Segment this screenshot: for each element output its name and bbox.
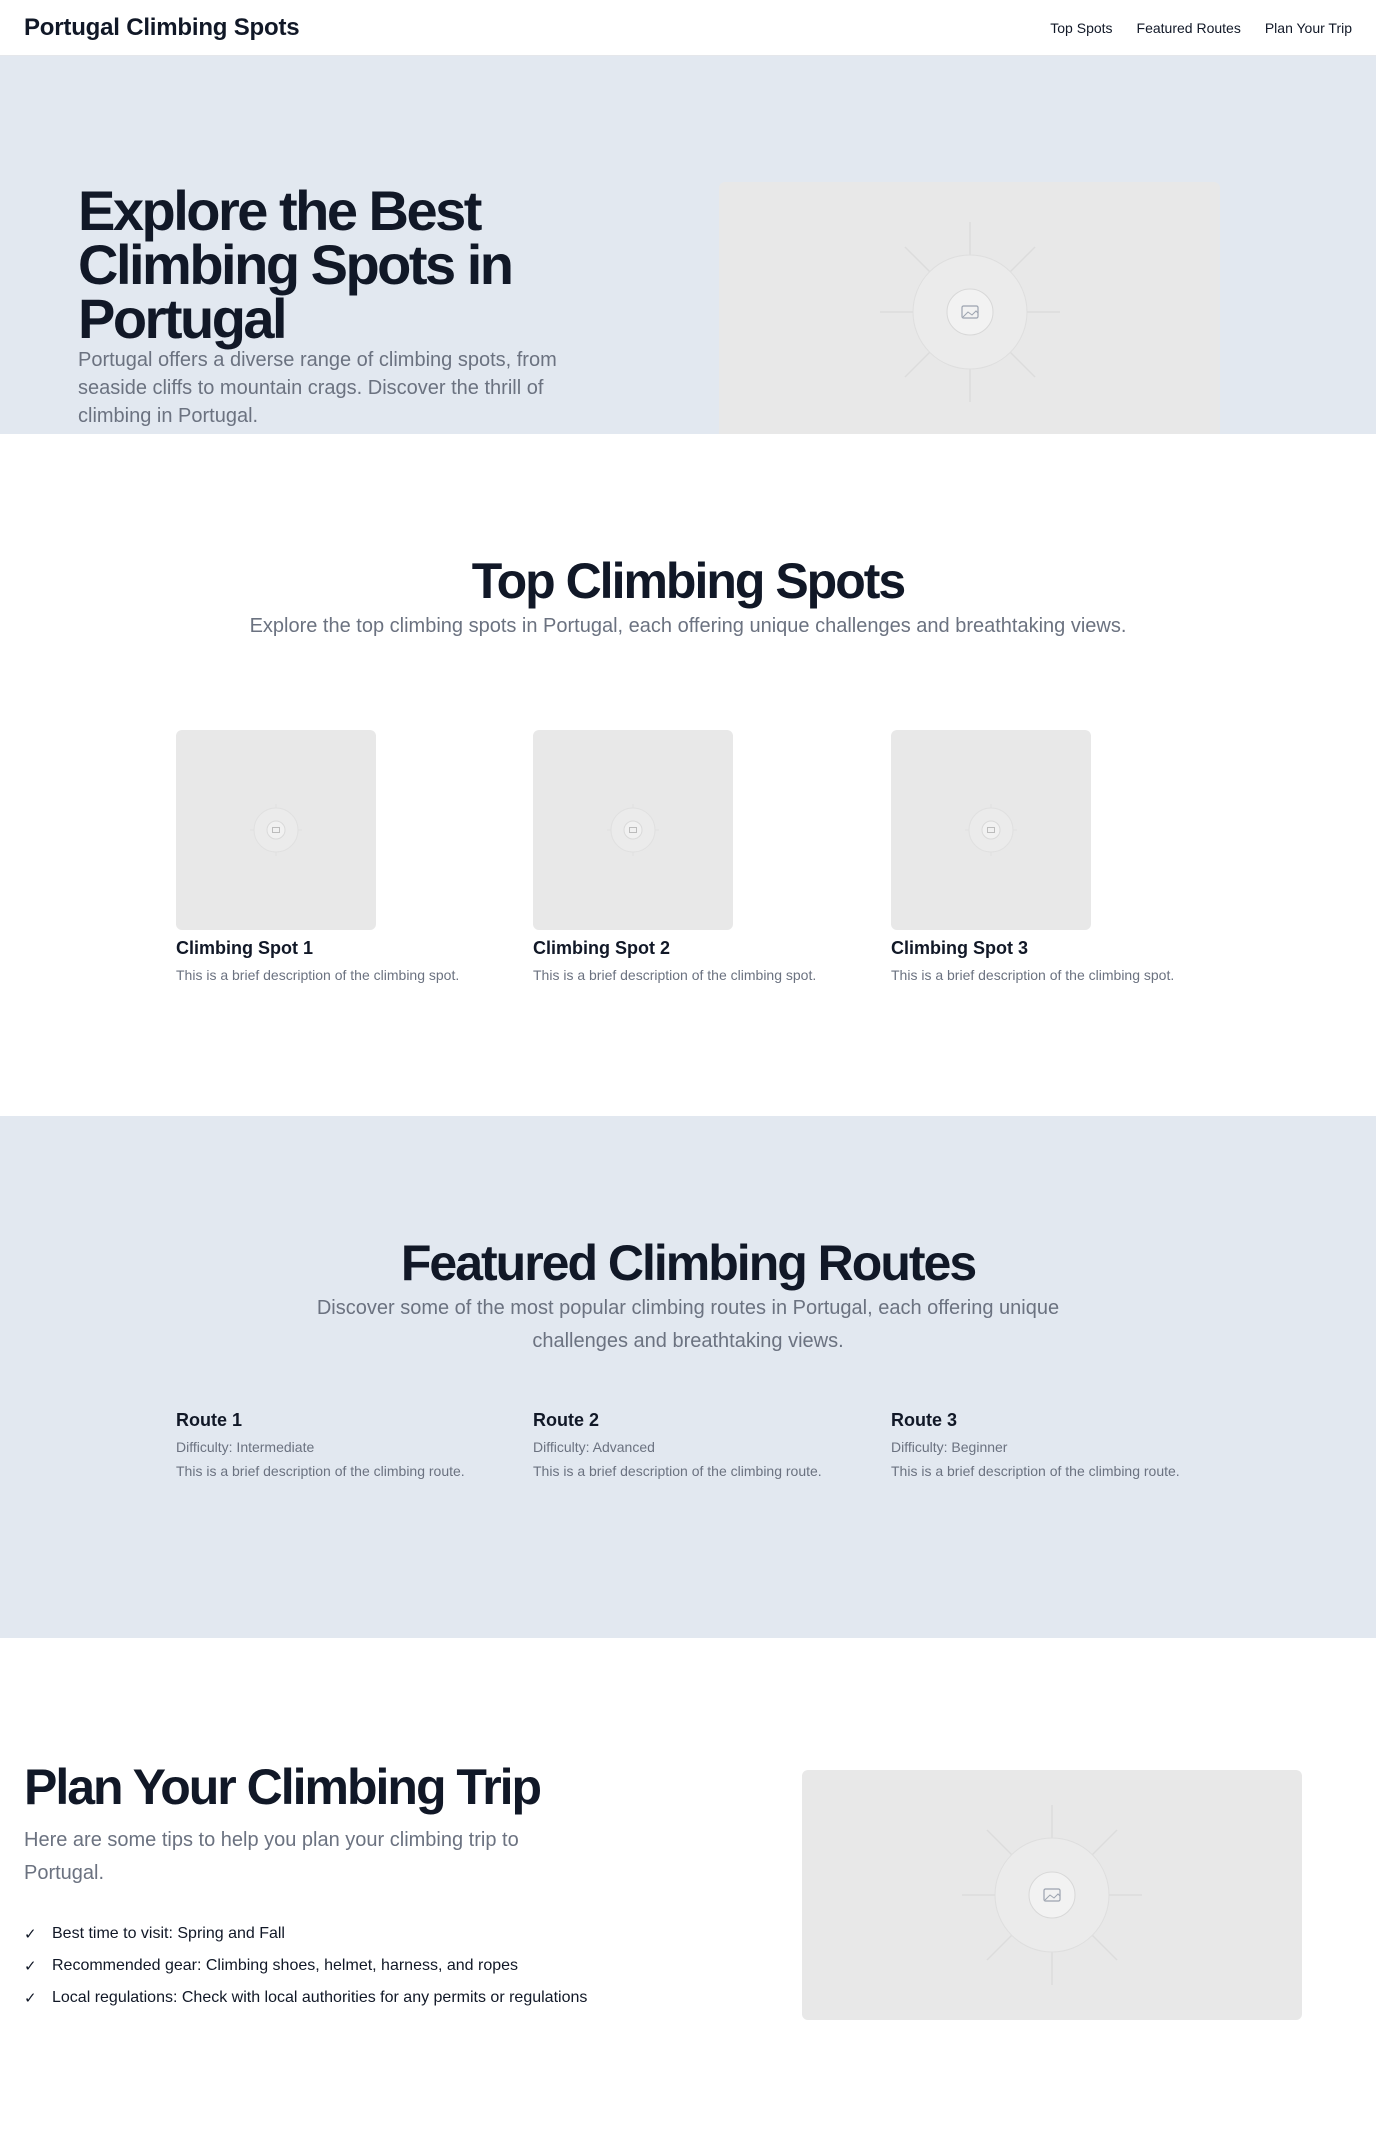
route-description: This is a brief description of the climb… (533, 1463, 822, 1479)
spot-description: This is a brief description of the climb… (533, 967, 817, 983)
spot-name: Climbing Spot 2 (533, 938, 670, 958)
image-placeholder-icon (962, 1805, 1142, 1985)
spot-card-2[interactable]: Climbing Spot 2 This is a brief descript… (533, 730, 863, 983)
spot-description: This is a brief description of the climb… (176, 967, 460, 983)
nav-link-plan-trip[interactable]: Plan Your Trip (1265, 20, 1352, 36)
route-difficulty: Difficulty: Advanced (533, 1439, 655, 1455)
check-icon: ✓ (24, 1926, 37, 1943)
nav-link-top-spots[interactable]: Top Spots (1050, 20, 1112, 36)
check-icon: ✓ (24, 1990, 37, 2007)
spot-image (891, 730, 1091, 930)
plan-trip-section: Plan Your Climbing Trip Here are some ti… (0, 1638, 1376, 2149)
route-difficulty: Difficulty: Intermediate (176, 1439, 315, 1455)
spot-description: This is a brief description of the climb… (891, 967, 1175, 983)
tips-list: ✓ Best time to visit: Spring and Fall ✓ … (24, 1918, 587, 2014)
site-header: Portugal Climbing Spots Top Spots Featur… (0, 0, 1376, 56)
spot-card-1[interactable]: Climbing Spot 1 This is a brief descript… (176, 730, 506, 983)
route-card-1[interactable]: Route 1 Difficulty: Intermediate This is… (176, 1410, 466, 1481)
hero-section: Explore the Best Climbing Spots in Portu… (0, 56, 1376, 434)
plan-trip-title: Plan Your Climbing Trip (24, 1759, 542, 1815)
hero-image (719, 182, 1220, 434)
spot-image (176, 730, 376, 930)
top-spots-title: Top Climbing Spots (471, 553, 906, 609)
tip-item: ✓ Recommended gear: Climbing shoes, helm… (24, 1950, 587, 1982)
main-nav: Top Spots Featured Routes Plan Your Trip (1050, 20, 1352, 36)
featured-routes-subtitle: Discover some of the most popular climbi… (316, 1297, 1060, 1352)
route-description: This is a brief description of the climb… (176, 1463, 465, 1479)
tip-text: Local regulations: Check with local auth… (52, 1989, 588, 2006)
spot-card-3[interactable]: Climbing Spot 3 This is a brief descript… (891, 730, 1221, 983)
check-icon: ✓ (24, 1958, 37, 1975)
route-name: Route 1 (176, 1410, 243, 1430)
tip-item: ✓ Local regulations: Check with local au… (24, 1982, 587, 2014)
tip-text: Best time to visit: Spring and Fall (52, 1925, 285, 1942)
featured-routes-title: Featured Climbing Routes (400, 1235, 977, 1291)
route-description: This is a brief description of the climb… (891, 1463, 1180, 1479)
image-placeholder-icon (879, 222, 1060, 402)
top-spots-section: Top Climbing Spots Explore the top climb… (0, 434, 1376, 1116)
route-card-3[interactable]: Route 3 Difficulty: Beginner This is a b… (891, 1410, 1181, 1481)
spot-name: Climbing Spot 1 (176, 938, 313, 958)
top-spots-subtitle: Explore the top climbing spots in Portug… (249, 615, 1127, 637)
featured-routes-section: Featured Climbing Routes Discover some o… (0, 1116, 1376, 1638)
route-card-2[interactable]: Route 2 Difficulty: Advanced This is a b… (533, 1410, 823, 1481)
image-placeholder-icon (250, 804, 302, 856)
hero-title: Explore the Best Climbing Spots in Portu… (78, 179, 514, 350)
site-brand[interactable]: Portugal Climbing Spots (24, 14, 300, 42)
image-placeholder-icon (965, 804, 1017, 856)
spot-image (533, 730, 733, 930)
route-name: Route 3 (891, 1410, 958, 1430)
nav-link-featured-routes[interactable]: Featured Routes (1137, 20, 1241, 36)
plan-trip-subtitle: Here are some tips to help you plan your… (24, 1829, 519, 1884)
route-difficulty: Difficulty: Beginner (891, 1439, 1008, 1455)
image-placeholder-icon (607, 804, 659, 856)
route-name: Route 2 (533, 1410, 600, 1430)
hero-subtitle: Portugal offers a diverse range of climb… (78, 349, 557, 427)
spot-name: Climbing Spot 3 (891, 938, 1028, 958)
plan-trip-image (802, 1770, 1302, 2020)
tip-item: ✓ Best time to visit: Spring and Fall (24, 1918, 587, 1950)
tip-text: Recommended gear: Climbing shoes, helmet… (52, 1957, 519, 1974)
